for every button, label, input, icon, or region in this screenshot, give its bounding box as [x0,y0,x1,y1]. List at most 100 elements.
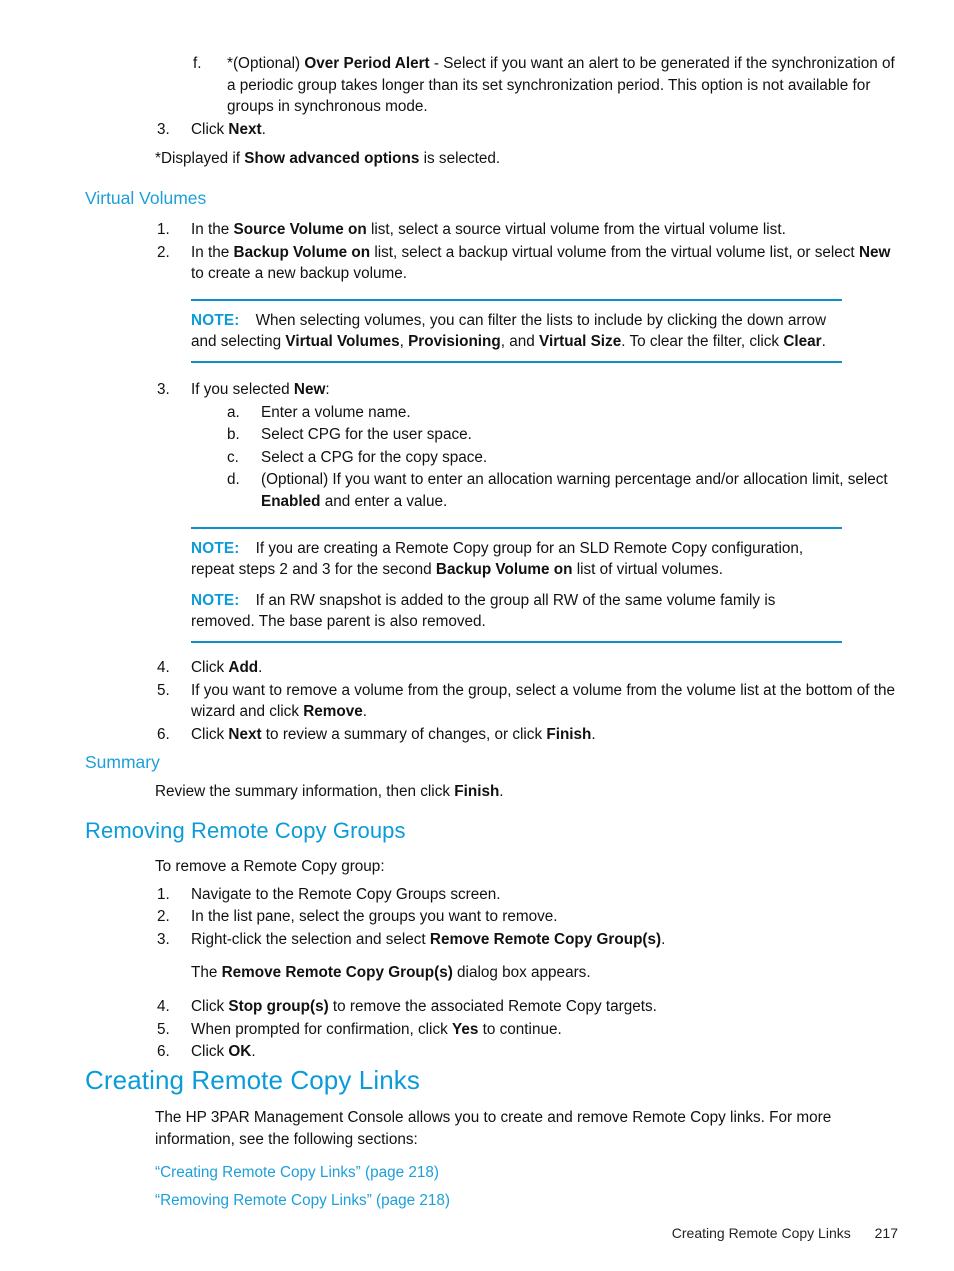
creating-links-xref-list: “Creating Remote Copy Links” (page 218) … [155,1162,898,1211]
xref-removing-remote-copy-links[interactable]: “Removing Remote Copy Links” (page 218) [155,1190,898,1212]
list-marker: 4. [157,658,170,676]
text-run-bold: Stop group(s) [228,997,329,1015]
footnote-displayed-if: *Displayed if Show advanced options is s… [155,148,898,170]
list-item-text: Navigate to the Remote Copy Groups scree… [191,885,501,903]
text-run: list of virtual volumes. [572,561,723,579]
list-item: d. (Optional) If you want to enter an al… [227,469,898,512]
text-run: Review the summary information, then cli… [155,783,455,800]
text-run: Right-click the selection and select [191,930,430,948]
list-item-text: Click Next to review a summary of change… [191,726,596,743]
text-run: Click [191,658,229,676]
text-run-bold: Virtual Volumes [285,333,400,351]
section-creating-remote-copy-links: Creating Remote Copy Links The HP 3PAR M… [0,1065,898,1211]
text-run: to create a new backup volume. [191,265,407,283]
text-run: . [821,333,826,351]
note-label: NOTE: [191,539,240,557]
list-item: c. Select a CPG for the copy space. [227,447,898,469]
text-run-bold: Over Period Alert [304,55,430,72]
text-run: When prompted for confirmation, click [191,1020,452,1038]
text-run: . [661,930,666,948]
text-run-bold: Add [228,658,259,676]
list-item: 4. Click Add. [157,657,898,679]
note-label: NOTE: [191,591,240,609]
virtual-volumes-step3-list: 3. If you selected New: a. Enter a volum… [157,379,898,513]
list-marker: d. [227,471,240,489]
text-run: . [591,725,596,743]
text-run-bold: Enabled [261,492,321,510]
footer-section-title: Creating Remote Copy Links [671,1225,851,1241]
removing-groups-steps-after-list: 4. Click Stop group(s) to remove the ass… [157,996,898,1063]
list-marker: 6. [157,725,170,743]
note-block-filter: NOTE: When selecting volumes, you can fil… [191,298,842,363]
text-run-bold: Remove [303,703,363,721]
list-item-step-3: 3. Click Next. [157,119,898,141]
text-run: *Displayed if [155,150,245,168]
text-run-bold: New [293,380,326,398]
list-item-text: Right-click the selection and select Rem… [191,931,665,948]
heading-creating-remote-copy-links: Creating Remote Copy Links [85,1065,420,1095]
list-item: 6. Click Next to review a summary of cha… [157,724,898,746]
text-run: *(Optional) [227,55,305,72]
list-item-text: Click Add. [191,659,262,676]
list-item: 2. In the Backup Volume on list, select … [157,242,898,285]
text-run-bold: New [858,243,891,261]
list-marker: 5. [157,681,170,699]
text-run: Click [191,997,229,1015]
list-item: 2. In the list pane, select the groups y… [157,906,898,928]
text-run-bold: Backup Volume on [435,561,573,579]
text-run: to review a summary of changes, or click [261,725,547,743]
text-run: . [258,658,263,676]
text-run-bold: Clear [783,333,822,351]
list-item-f: f. *(Optional) Over Period Alert - Selec… [193,53,898,118]
text-run: . To clear the filter, click [621,333,784,351]
text-run: dialog box appears. [452,964,591,982]
creating-links-paragraph: The HP 3PAR Management Console allows yo… [155,1109,832,1148]
text-run: : [325,380,330,398]
text-run: Click [191,1043,229,1061]
text-run-bold: Next [228,120,262,138]
document-page: f. *(Optional) Over Period Alert - Selec… [0,0,954,1271]
text-run: Click [191,120,229,138]
footer-page-number: 217 [874,1225,898,1241]
text-run: Click [191,725,229,743]
note-paragraph: NOTE: If an RW snapshot is added to the g… [191,590,842,633]
list-item-text: In the list pane, select the groups you … [191,908,558,926]
text-run: and enter a value. [320,492,448,510]
list-item: b. Select CPG for the user space. [227,424,898,446]
top-continued-section: f. *(Optional) Over Period Alert - Selec… [0,53,898,170]
note-paragraph: NOTE: When selecting volumes, you can fil… [191,310,842,353]
text-run: In the [191,221,234,238]
list-marker: f. [193,55,202,72]
list-item-text: Click Next. [191,121,266,138]
text-run: The [191,964,222,982]
text-run-bold: Next [228,725,262,743]
virtual-volumes-steps-after-list: 4. Click Add. 5. If you want to remove a… [157,657,898,745]
section-virtual-volumes: Virtual Volumes 1. In the Source Volume … [0,188,898,746]
list-item-text: Enter a volume name. [261,403,411,421]
list-item: 4. Click Stop group(s) to remove the ass… [157,996,898,1018]
text-run-bold: Virtual Size [539,333,622,351]
text-run: , [399,333,409,351]
list-marker: c. [227,448,239,466]
xref-creating-remote-copy-links[interactable]: “Creating Remote Copy Links” (page 218) [155,1162,898,1184]
list-item: 6. Click OK. [157,1041,898,1063]
list-item-text: Select CPG for the user space. [261,426,472,444]
list-item: a. Enter a volume name. [227,402,898,424]
text-run-bold: Provisioning [408,333,501,351]
text-run: If an RW snapshot is added to the group … [191,591,776,631]
text-run: list, select a backup virtual volume fro… [370,243,859,261]
note-block-sld: NOTE: If you are creating a Remote Copy g… [191,526,842,643]
text-run: If you selected [191,380,294,398]
list-item: 1. Navigate to the Remote Copy Groups sc… [157,884,898,906]
text-run: . [251,1043,256,1061]
text-run: (Optional) If you want to enter an alloc… [261,471,888,489]
text-run: . [499,783,504,800]
text-run-bold: Yes [452,1020,479,1038]
list-item-text: Click Stop group(s) to remove the associ… [191,998,657,1015]
list-item-text: If you selected New: [191,381,330,398]
list-marker: b. [227,426,240,444]
list-item: 1. In the Source Volume on list, select … [157,219,898,241]
list-item-text: *(Optional) Over Period Alert - Select i… [227,55,895,115]
list-item: 3. Right-click the selection and select … [157,929,898,951]
list-item-text: If you want to remove a volume from the … [191,682,895,721]
